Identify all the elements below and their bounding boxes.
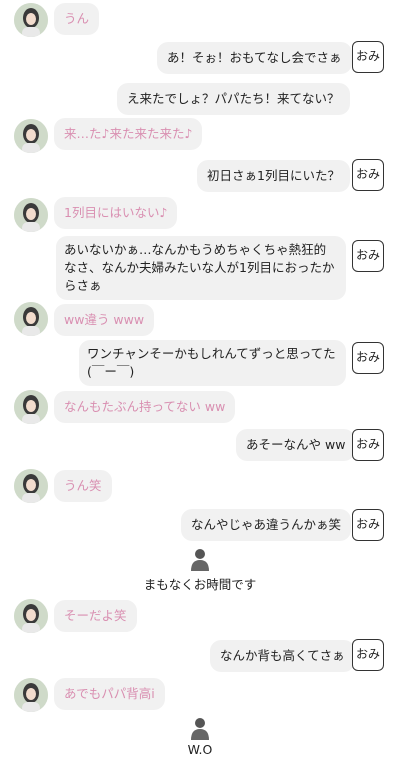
message-text: あでもパパ背高i [64, 686, 155, 701]
message-text: 1列目にはいない♪ [64, 205, 168, 220]
sender-badge[interactable]: おみ [352, 429, 384, 461]
avatar[interactable] [14, 469, 48, 503]
message-bubble: 初日さぁ1列目にいた？ [197, 160, 350, 192]
avatar-image [14, 469, 48, 503]
sender-badge[interactable]: おみ [352, 41, 384, 73]
message-text: なんもたぶん持ってない ww [64, 399, 226, 414]
staff-icon [189, 716, 211, 740]
sender-badge[interactable]: おみ [352, 509, 384, 541]
sender-badge[interactable]: おみ [352, 159, 384, 191]
system-message: まもなくお時間です [143, 577, 257, 592]
message-text: 来…た♪来た来た来た♪ [64, 126, 193, 141]
message-bubble: なんか背も高くてさぁ [210, 640, 355, 672]
message-text: そーだよ笑 [64, 608, 127, 623]
avatar-image [14, 678, 48, 712]
message-text: 初日さぁ1列目にいた？ [207, 168, 340, 183]
message-text: ワンチャンそーかもしれんてずっと思ってた(￣ー￣) [87, 346, 336, 379]
message-text: あ！そぉ！おもてなし会でさぁ [167, 50, 342, 65]
message-text: うん [64, 11, 90, 26]
message-bubble: あでもパパ背高i [54, 678, 165, 710]
avatar-image [14, 198, 48, 232]
avatar-image [14, 599, 48, 633]
message-text: あそーなんや ww [246, 437, 346, 452]
avatar-image [14, 390, 48, 424]
message-bubble: なんもたぶん持ってない ww [54, 391, 236, 423]
message-text: え来たでしょ？パパたち！来てない？ [127, 91, 340, 106]
message-bubble: ワンチャンそーかもしれんてずっと思ってた(￣ー￣) [79, 340, 346, 386]
message-bubble: 来…た♪来た来た来た♪ [54, 118, 203, 150]
avatar-image [14, 302, 48, 336]
message-bubble: そーだよ笑 [54, 600, 137, 632]
sender-badge[interactable]: おみ [352, 240, 384, 272]
avatar-image [14, 119, 48, 153]
message-text: なんやじゃあ違うんかぁ笑 [191, 517, 342, 532]
sender-badge[interactable]: おみ [352, 639, 384, 671]
message-text: うん笑 [64, 478, 102, 493]
avatar[interactable] [14, 678, 48, 712]
message-text: なんか背も高くてさぁ [220, 648, 345, 663]
avatar-image [14, 3, 48, 37]
message-bubble: なんやじゃあ違うんかぁ笑 [181, 509, 352, 541]
sender-badge[interactable]: おみ [352, 342, 384, 374]
system-message: W.O [187, 742, 213, 757]
message-bubble: 1列目にはいない♪ [54, 197, 178, 229]
message-bubble: あそーなんや ww [236, 429, 356, 461]
avatar[interactable] [14, 599, 48, 633]
message-text: あいないかぁ…なんかもうめちゃくちゃ熱狂的なさ、なんか夫婦みたいな人が1列目にお… [64, 242, 335, 293]
message-bubble: あ！そぉ！おもてなし会でさぁ [157, 42, 352, 74]
staff-icon [189, 547, 211, 571]
avatar[interactable] [14, 3, 48, 37]
avatar[interactable] [14, 390, 48, 424]
avatar[interactable] [14, 302, 48, 336]
message-bubble: あいないかぁ…なんかもうめちゃくちゃ熱狂的なさ、なんか夫婦みたいな人が1列目にお… [56, 236, 346, 300]
message-bubble: うん [54, 3, 100, 35]
message-bubble: ww違う www [54, 304, 155, 336]
message-bubble: え来たでしょ？パパたち！来てない？ [117, 83, 350, 115]
avatar[interactable] [14, 119, 48, 153]
avatar[interactable] [14, 198, 48, 232]
message-text: ww違う www [64, 312, 145, 327]
message-bubble: うん笑 [54, 470, 112, 502]
